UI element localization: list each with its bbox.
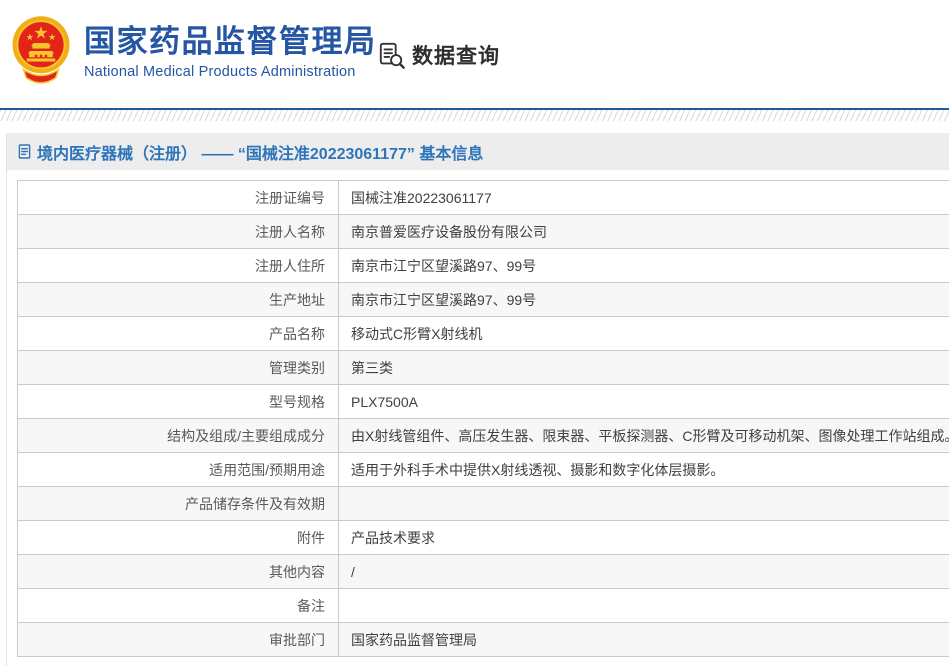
row-label: 生产地址 bbox=[18, 283, 339, 316]
table-row: 其他内容 / bbox=[18, 555, 949, 589]
document-search-icon bbox=[378, 42, 405, 69]
row-value: 由X射线管组件、高压发生器、限束器、平板探测器、C形臂及可移动机架、图像处理工作… bbox=[339, 419, 949, 452]
row-value: 国械注准20223061177 bbox=[339, 181, 949, 214]
row-label: 适用范围/预期用途 bbox=[18, 453, 339, 486]
table-row: 注册人名称 南京普爱医疗设备股份有限公司 bbox=[18, 215, 949, 249]
breadcrumb: 境内医疗器械（注册） —— “国械注准20223061177” 基本信息 bbox=[7, 133, 949, 170]
row-value: 南京普爱医疗设备股份有限公司 bbox=[339, 215, 949, 248]
table-row: 管理类别 第三类 bbox=[18, 351, 949, 385]
table-row: 注册人住所 南京市江宁区望溪路97、99号 bbox=[18, 249, 949, 283]
table-row: 生产地址 南京市江宁区望溪路97、99号 bbox=[18, 283, 949, 317]
table-row: 结构及组成/主要组成成分 由X射线管组件、高压发生器、限束器、平板探测器、C形臂… bbox=[18, 419, 949, 453]
row-value: PLX7500A bbox=[339, 385, 949, 418]
row-label: 管理类别 bbox=[18, 351, 339, 384]
row-label: 审批部门 bbox=[18, 623, 339, 656]
row-value: 国家药品监督管理局 bbox=[339, 623, 949, 656]
table-row: 适用范围/预期用途 适用于外科手术中提供X射线透视、摄影和数字化体层摄影。 bbox=[18, 453, 949, 487]
table-row: 产品储存条件及有效期 bbox=[18, 487, 949, 521]
row-value: 第三类 bbox=[339, 351, 949, 384]
agency-subtitle: National Medical Products Administration bbox=[84, 64, 377, 80]
row-label: 其他内容 bbox=[18, 555, 339, 588]
row-label: 产品名称 bbox=[18, 317, 339, 350]
nmpa-device-registration-page: { "header": { "agency_title_zh": "国家药品监督… bbox=[0, 0, 949, 654]
agency-titles: 国家药品监督管理局 National Medical Products Admi… bbox=[84, 24, 377, 80]
row-label: 附件 bbox=[18, 521, 339, 554]
row-value: 移动式C形臂X射线机 bbox=[339, 317, 949, 350]
table-row: 审批部门 国家药品监督管理局 bbox=[18, 623, 949, 657]
hatched-band bbox=[0, 110, 949, 121]
row-value: 南京市江宁区望溪路97、99号 bbox=[339, 283, 949, 316]
table-row: 型号规格 PLX7500A bbox=[18, 385, 949, 419]
row-label: 备注 bbox=[18, 589, 339, 622]
row-value: / bbox=[339, 555, 949, 588]
table-row: 附件 产品技术要求 bbox=[18, 521, 949, 555]
row-label: 产品储存条件及有效期 bbox=[18, 487, 339, 520]
info-table: 注册证编号 国械注准20223061177 注册人名称 南京普爱医疗设备股份有限… bbox=[17, 180, 949, 657]
row-label: 型号规格 bbox=[18, 385, 339, 418]
row-value bbox=[339, 487, 949, 520]
agency-title: 国家药品监督管理局 bbox=[84, 24, 377, 60]
row-label: 注册人名称 bbox=[18, 215, 339, 248]
row-label: 结构及组成/主要组成成分 bbox=[18, 419, 339, 452]
row-label: 注册证编号 bbox=[18, 181, 339, 214]
national-emblem-logo bbox=[10, 11, 72, 91]
row-label: 注册人住所 bbox=[18, 249, 339, 282]
data-query-label: 数据查询 bbox=[412, 40, 500, 70]
table-row: 备注 bbox=[18, 589, 949, 623]
data-query-nav[interactable]: 数据查询 bbox=[378, 40, 500, 70]
site-header: 国家药品监督管理局 National Medical Products Admi… bbox=[0, 0, 949, 108]
row-value bbox=[339, 589, 949, 622]
table-row: 产品名称 移动式C形臂X射线机 bbox=[18, 317, 949, 351]
page-icon bbox=[18, 144, 31, 159]
breadcrumb-title: 境内医疗器械（注册） —— “国械注准20223061177” 基本信息 bbox=[37, 140, 483, 164]
row-value: 产品技术要求 bbox=[339, 521, 949, 554]
table-row: 注册证编号 国械注准20223061177 bbox=[18, 181, 949, 215]
row-value: 适用于外科手术中提供X射线透视、摄影和数字化体层摄影。 bbox=[339, 453, 949, 486]
row-value: 南京市江宁区望溪路97、99号 bbox=[339, 249, 949, 282]
page-content: 境内医疗器械（注册） —— “国械注准20223061177” 基本信息 注册证… bbox=[6, 133, 949, 666]
